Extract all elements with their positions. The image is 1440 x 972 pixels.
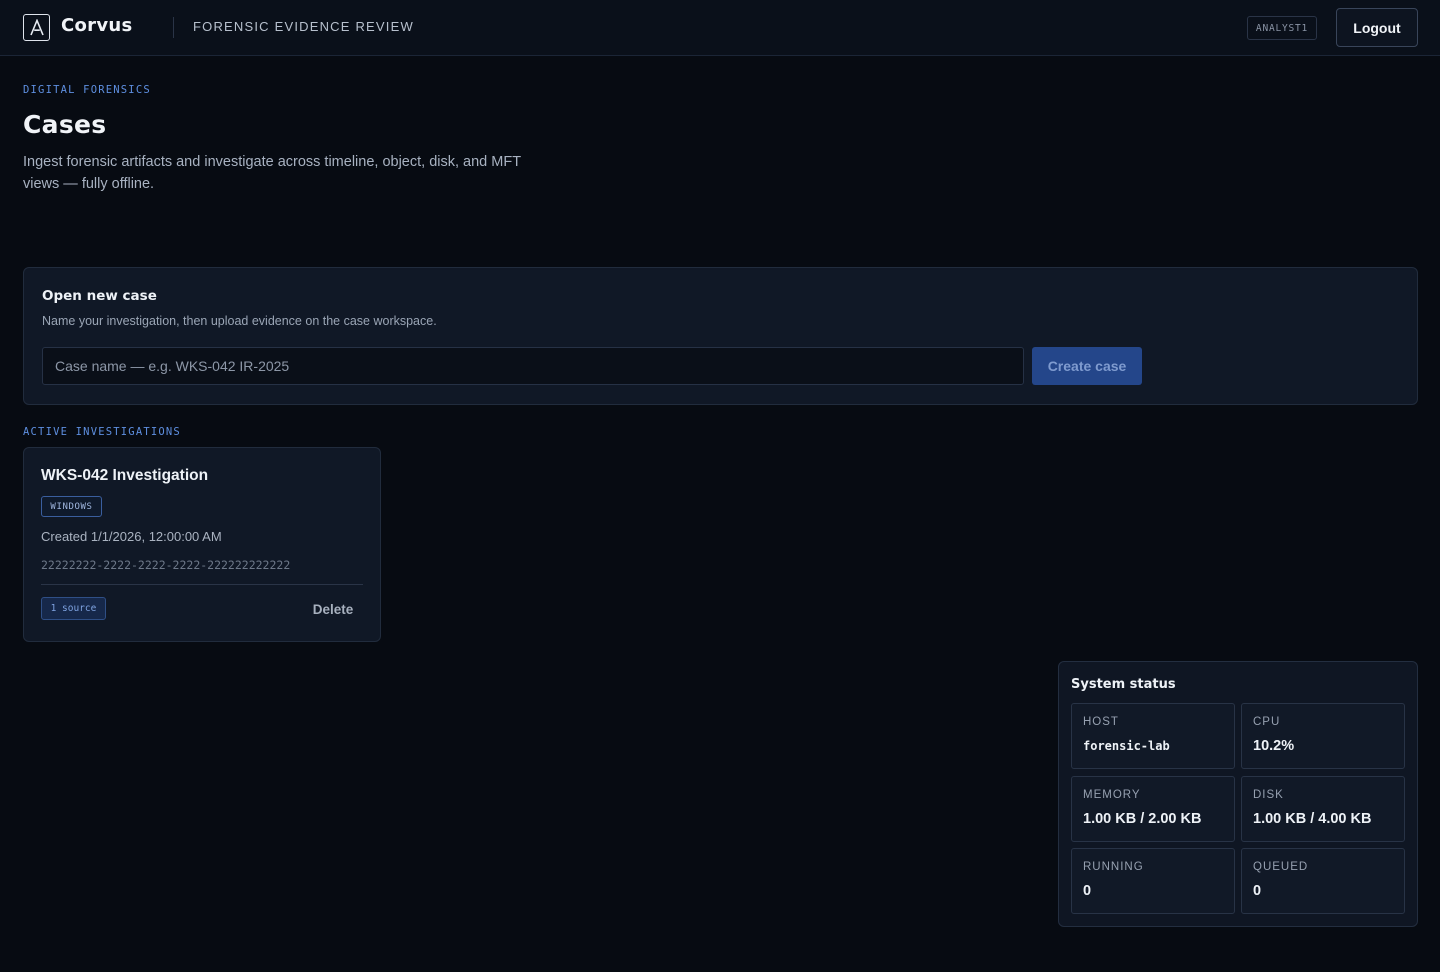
cpu-value: 10.2%: [1253, 738, 1295, 754]
running-stat: RUNNING 0: [1071, 848, 1235, 914]
user-badge: ANALYST1: [1247, 16, 1317, 40]
memory-value: 1.00 KB / 2.00 KB: [1083, 811, 1202, 827]
case-created-date: Created 1/1/2026, 12:00:00 AM: [41, 529, 222, 544]
disk-label: DISK: [1253, 789, 1284, 801]
running-value: 0: [1083, 883, 1092, 899]
new-case-subtitle: Name your investigation, then upload evi…: [42, 314, 437, 328]
new-case-panel: Open new case Name your investigation, t…: [23, 267, 1418, 405]
case-card[interactable]: WKS-042 Investigation WINDOWS Created 1/…: [23, 447, 381, 642]
page-description: Ingest forensic artifacts and investigat…: [23, 154, 521, 192]
active-investigations-label: ACTIVE INVESTIGATIONS: [23, 426, 181, 438]
logout-button[interactable]: Logout: [1336, 8, 1418, 47]
case-id: 22222222-2222-2222-2222-222222222222: [41, 558, 291, 572]
app-title: FORENSIC EVIDENCE REVIEW: [193, 19, 414, 34]
disk-value: 1.00 KB / 4.00 KB: [1253, 811, 1372, 827]
system-status-title: System status: [1071, 677, 1176, 692]
page-eyebrow: DIGITAL FORENSICS: [23, 84, 151, 96]
memory-stat: MEMORY 1.00 KB / 2.00 KB: [1071, 776, 1235, 842]
source-count-badge: 1 source: [41, 597, 106, 620]
case-name[interactable]: WKS-042 Investigation: [41, 467, 208, 485]
create-case-button[interactable]: Create case: [1032, 347, 1142, 385]
header-divider: [173, 17, 174, 38]
running-label: RUNNING: [1083, 861, 1144, 873]
top-bar: Corvus FORENSIC EVIDENCE REVIEW ANALYST1…: [0, 0, 1440, 56]
system-status-panel: System status HOST forensic-lab CPU 10.2…: [1058, 661, 1418, 927]
os-badge: WINDOWS: [41, 496, 102, 517]
host-value: forensic-lab: [1083, 739, 1170, 753]
card-divider: [41, 584, 363, 585]
memory-label: MEMORY: [1083, 789, 1141, 801]
brand-name[interactable]: Corvus: [61, 15, 133, 36]
queued-stat: QUEUED 0: [1241, 848, 1405, 914]
host-label: HOST: [1083, 716, 1119, 728]
new-case-title: Open new case: [42, 288, 157, 304]
queued-value: 0: [1253, 883, 1262, 899]
corvus-logo-icon[interactable]: [23, 14, 50, 41]
queued-label: QUEUED: [1253, 861, 1309, 873]
page-title: Cases: [23, 110, 107, 139]
cpu-label: CPU: [1253, 716, 1281, 728]
host-stat: HOST forensic-lab: [1071, 703, 1235, 769]
case-name-input[interactable]: [42, 347, 1024, 385]
cpu-stat: CPU 10.2%: [1241, 703, 1405, 769]
disk-stat: DISK 1.00 KB / 4.00 KB: [1241, 776, 1405, 842]
delete-case-button[interactable]: Delete: [303, 598, 363, 620]
